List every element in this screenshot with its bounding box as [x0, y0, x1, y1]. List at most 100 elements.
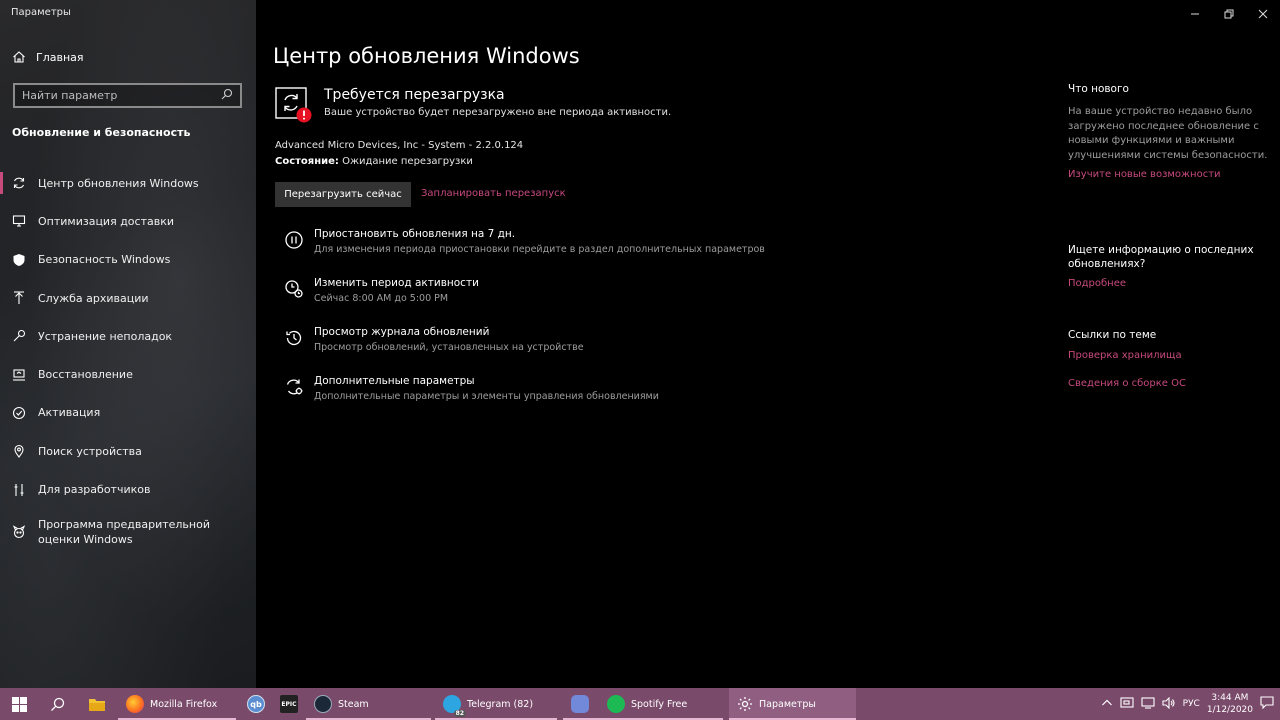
main-content: Центр обновления Windows Требуется перез…: [256, 0, 1280, 688]
taskbar-app-epic-games[interactable]: EPIC: [276, 688, 306, 720]
windows-logo-icon: [11, 696, 27, 712]
sidebar-item-activation[interactable]: Активация: [0, 394, 256, 432]
start-button[interactable]: [0, 688, 38, 720]
taskbar-app-discord[interactable]: [563, 688, 599, 720]
minimize-button[interactable]: [1178, 0, 1212, 28]
related-title: Ссылки по теме: [1068, 329, 1157, 341]
taskbar-app-spotify[interactable]: Spotify Free: [599, 688, 723, 720]
sidebar-item-label: Поиск устройства: [38, 444, 142, 458]
search-input[interactable]: Найти параметр: [13, 83, 242, 108]
sidebar-item-label: Восстановление: [38, 368, 133, 382]
update-state: Состояние: Ожидание перезагрузки: [275, 156, 473, 167]
info-link[interactable]: Подробнее: [1068, 278, 1268, 289]
whats-new-text: На ваше устройство недавно было загружен…: [1068, 106, 1268, 161]
telegram-icon: 82: [443, 695, 466, 717]
refresh-icon: [12, 176, 26, 190]
sidebar-item-delivery-optimization[interactable]: Оптимизация доставки: [0, 202, 256, 240]
sidebar-item-developers[interactable]: Для разработчиков: [0, 470, 256, 508]
tray-app-icon[interactable]: [1120, 696, 1134, 712]
sidebar-item-label: Безопасность Windows: [38, 253, 171, 267]
taskbar-app-qbittorrent[interactable]: qb: [236, 688, 276, 720]
search-icon[interactable]: [221, 88, 233, 103]
backup-icon: [12, 291, 26, 305]
os-build-info-link[interactable]: Сведения о сборке ОС: [1068, 378, 1268, 389]
sidebar-item-find-device[interactable]: Поиск устройства: [0, 432, 256, 470]
schedule-restart-link[interactable]: Запланировать перезапуск: [421, 188, 566, 199]
chevron-up-icon[interactable]: [1101, 698, 1113, 711]
recovery-icon: [12, 368, 26, 382]
spotify-icon: [607, 695, 625, 713]
restart-now-button[interactable]: Перезагрузить сейчас: [275, 182, 411, 207]
close-icon: [1258, 9, 1268, 19]
option-title: Просмотр журнала обновлений: [314, 326, 490, 338]
find-device-icon: [12, 444, 26, 459]
sidebar-item-label: Устранение неполадок: [38, 329, 173, 343]
option-update-history[interactable]: Просмотр журнала обновлений Просмотр обн…: [284, 325, 804, 374]
taskbar-app-steam[interactable]: Steam: [306, 688, 431, 720]
taskbar-app-label: Spotify Free: [631, 698, 688, 710]
pause-icon: [284, 230, 304, 250]
insider-icon: [12, 524, 26, 539]
section-title: Обновление и безопасность: [12, 126, 191, 139]
file-explorer-button[interactable]: [76, 688, 118, 720]
search-icon: [50, 697, 64, 711]
language-indicator[interactable]: РУС: [1183, 699, 1200, 709]
sidebar-item-label: Для разработчиков: [38, 483, 151, 497]
sidebar-item-troubleshoot[interactable]: Устранение неполадок: [0, 317, 256, 355]
folder-icon: [89, 698, 105, 711]
sidebar-item-backup[interactable]: Служба архивации: [0, 279, 256, 317]
taskbar-app-telegram[interactable]: 82 Telegram (82): [435, 688, 557, 720]
taskbar-search-button[interactable]: [38, 688, 76, 720]
sidebar-item-label: Служба архивации: [38, 291, 149, 305]
status-heading: Требуется перезагрузка: [324, 87, 505, 103]
option-pause-updates[interactable]: Приостановить обновления на 7 дн. Для из…: [284, 227, 804, 276]
volume-icon[interactable]: [1162, 696, 1176, 712]
home-icon: [12, 50, 26, 64]
taskbar-app-label: Steam: [338, 698, 369, 710]
status-subtext: Ваше устройство будет перезагружено вне …: [324, 107, 672, 118]
taskbar: Mozilla Firefox qb EPIC Steam 82 Telegra…: [0, 688, 1280, 720]
clock-date: 1/12/2020: [1206, 705, 1253, 715]
telegram-badge: 82: [453, 710, 466, 717]
wrench-icon: [12, 329, 26, 343]
settings-gear-icon: [738, 697, 752, 711]
option-title: Приостановить обновления на 7 дн.: [314, 228, 516, 240]
update-restart-icon: [274, 86, 312, 124]
firefox-icon: [126, 695, 144, 713]
taskbar-app-label: Telegram (82): [467, 698, 534, 710]
qbittorrent-icon: qb: [247, 695, 265, 713]
option-advanced[interactable]: Дополнительные параметры Дополнительные …: [284, 374, 804, 423]
advanced-settings-icon: [284, 377, 304, 397]
option-title: Изменить период активности: [314, 277, 479, 289]
history-icon: [284, 328, 304, 348]
home-link[interactable]: Главная: [12, 50, 84, 64]
state-value: Ожидание перезагрузки: [338, 156, 473, 167]
network-icon[interactable]: [1141, 696, 1155, 712]
active-hours-icon: [284, 279, 304, 299]
window-controls: [1178, 0, 1280, 28]
taskbar-app-settings[interactable]: Параметры: [729, 688, 856, 720]
right-column: Что нового На ваше устройство недавно бы…: [1068, 82, 1268, 389]
sidebar-item-windows-security[interactable]: Безопасность Windows: [0, 241, 256, 279]
close-button[interactable]: [1246, 0, 1280, 28]
clock[interactable]: 3:44 AM 1/12/2020: [1207, 692, 1253, 716]
option-desc: Сейчас 8:00 AM до 5:00 PM: [314, 293, 449, 304]
taskbar-app-firefox[interactable]: Mozilla Firefox: [118, 688, 236, 720]
sidebar-item-windows-update[interactable]: Центр обновления Windows: [0, 164, 256, 202]
notifications-icon[interactable]: [1260, 696, 1274, 712]
sidebar-item-insider-program[interactable]: Программа предварительной оценки Windows: [0, 509, 256, 555]
steam-icon: [314, 695, 332, 713]
option-desc: Для изменения периода приостановки перей…: [314, 244, 765, 255]
check-circle-icon: [12, 406, 26, 420]
restore-button[interactable]: [1212, 0, 1246, 28]
sidebar-item-label: Оптимизация доставки: [38, 214, 175, 228]
storage-check-link[interactable]: Проверка хранилища: [1068, 350, 1268, 361]
option-active-hours[interactable]: Изменить период активности Сейчас 8:00 A…: [284, 276, 804, 325]
epic-games-icon: EPIC: [280, 695, 298, 713]
whats-new-link[interactable]: Изучите новые возможности: [1068, 169, 1268, 180]
page-title: Центр обновления Windows: [273, 44, 580, 68]
whats-new-title: Что нового: [1068, 83, 1129, 95]
sidebar-item-recovery[interactable]: Восстановление: [0, 355, 256, 393]
window-title: Параметры: [11, 7, 71, 18]
restart-required-status: Требуется перезагрузка Ваше устройство б…: [274, 86, 671, 124]
